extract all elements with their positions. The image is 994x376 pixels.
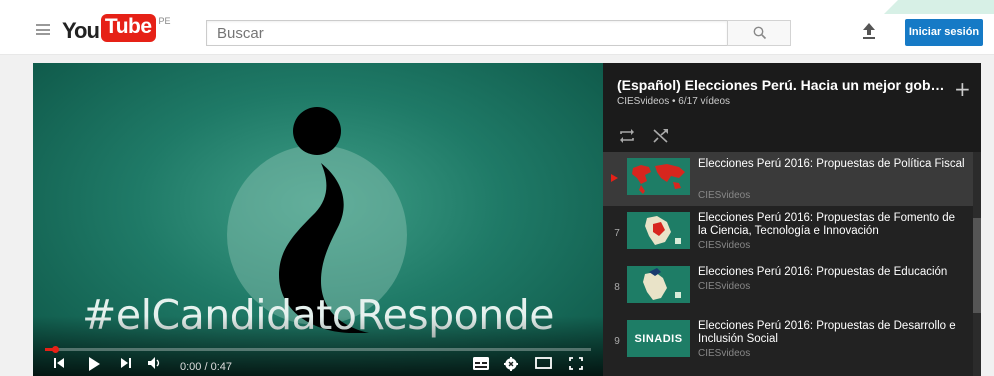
playlist-item-title[interactable]: Elecciones Perú 2016: Propuestas de Desa… <box>698 320 966 346</box>
playlist-item-channel: CIESvideos <box>698 190 751 201</box>
logo-you: You <box>62 18 100 43</box>
logo-country: PE <box>158 16 171 26</box>
video-thumbnail[interactable] <box>627 212 690 249</box>
progress-bar[interactable] <box>45 346 591 353</box>
playlist-item-channel: CIESvideos <box>698 240 751 251</box>
subtitles-icon[interactable] <box>473 357 489 370</box>
video-player[interactable]: #elCandidatoResponde 0:00 / 0:47 <box>33 63 603 376</box>
playlist-item-title[interactable]: Elecciones Perú 2016: Propuestas de Fome… <box>698 212 966 238</box>
previous-icon[interactable] <box>53 357 65 369</box>
playlist-item[interactable]: 9 SINADIS Elecciones Perú 2016: Propuest… <box>603 314 973 368</box>
video-thumbnail[interactable] <box>627 266 690 303</box>
playlist-item-channel: CIESvideos <box>698 281 751 292</box>
add-icon[interactable]: + <box>954 77 971 101</box>
signin-button[interactable]: Iniciar sesión <box>905 19 983 46</box>
theater-mode-icon[interactable] <box>535 357 552 369</box>
search-button[interactable] <box>727 20 791 46</box>
masthead: You Tube PE Iniciar sesión <box>0 0 994 55</box>
upload-button[interactable] <box>861 22 877 45</box>
thumbnail-text: SINADIS <box>634 332 683 345</box>
corner-accent <box>884 0 994 14</box>
playlist-item-title[interactable]: Elecciones Perú 2016: Propuestas de Polí… <box>698 158 966 171</box>
playlist-list: Elecciones Perú 2016: Propuestas de Polí… <box>603 152 973 368</box>
youtube-logo[interactable]: You Tube PE <box>62 14 171 44</box>
playlist-title[interactable]: (Español) Elecciones Perú. Hacia un mejo… <box>617 77 947 93</box>
playlist-item-channel: CIESvideos <box>698 348 751 359</box>
playlist-header: (Español) Elecciones Perú. Hacia un mejo… <box>603 63 981 152</box>
hamburger-icon[interactable] <box>36 24 50 35</box>
gear-icon[interactable] <box>504 357 518 371</box>
playlist-item-index: 9 <box>614 336 620 347</box>
next-icon[interactable] <box>120 357 132 369</box>
logo-tube: Tube <box>100 14 156 42</box>
search-icon <box>753 26 767 40</box>
video-thumbnail[interactable]: SINADIS <box>627 320 690 357</box>
playlist-item[interactable]: Elecciones Perú 2016: Propuestas de Polí… <box>603 152 973 206</box>
upload-icon <box>863 23 875 39</box>
playlist-item[interactable]: 8 Elecciones Perú 2016: Propuestas de Ed… <box>603 260 973 314</box>
now-playing-icon <box>611 174 618 182</box>
playlist-item-index: 8 <box>614 282 620 293</box>
question-dot <box>293 107 341 155</box>
search-input[interactable] <box>217 25 717 42</box>
playlist-item-title[interactable]: Elecciones Perú 2016: Propuestas de Educ… <box>698 266 966 279</box>
loop-icon[interactable] <box>619 129 635 143</box>
playlist-meta: CIESvideos • 6/17 vídeos <box>617 96 731 107</box>
search-box <box>206 20 727 46</box>
fullscreen-icon[interactable] <box>569 357 583 370</box>
video-thumbnail[interactable] <box>627 158 690 195</box>
playlist-panel: (Español) Elecciones Perú. Hacia un mejo… <box>603 63 981 376</box>
playlist-item-index: 7 <box>614 228 620 239</box>
playlist-scrollbar[interactable] <box>973 152 981 376</box>
playlist-item[interactable]: 7 Elecciones Perú 2016: Propuestas de Fo… <box>603 206 973 260</box>
playlist-scroll-thumb[interactable] <box>973 218 981 313</box>
volume-icon[interactable] <box>147 357 163 369</box>
progress-scrubber[interactable] <box>52 346 59 353</box>
shuffle-icon[interactable] <box>653 129 669 143</box>
play-icon[interactable] <box>87 357 101 371</box>
time-display: 0:00 / 0:47 <box>180 361 232 373</box>
